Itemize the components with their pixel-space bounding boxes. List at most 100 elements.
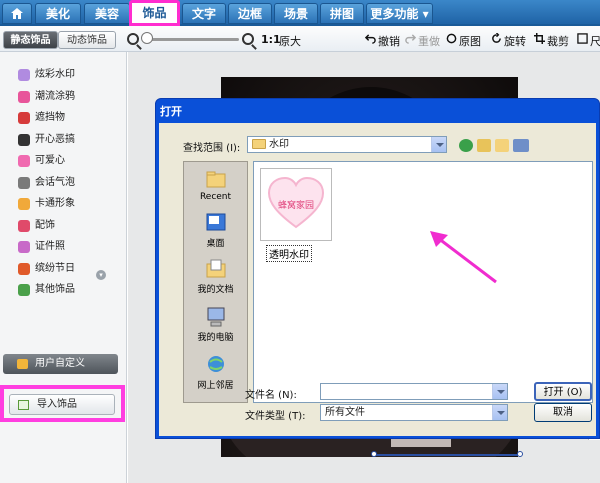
sidebar-item-1[interactable]: 炫彩水印 [18, 65, 123, 85]
sidebar-item-label: 缤纷节日 [35, 262, 75, 274]
import-icon [18, 400, 29, 410]
sidebar-item-9[interactable]: 证件照 [18, 237, 123, 257]
sidebar-item-label: 遮挡物 [35, 112, 65, 123]
my-documents-icon [206, 259, 225, 278]
ratio-button[interactable]: 1:1 [261, 33, 281, 46]
undo-icon [365, 34, 376, 44]
redo-button[interactable]: 重做 [418, 33, 440, 49]
sidebar-item-7[interactable]: 卡通形象 [18, 194, 123, 214]
original-size-button[interactable]: 原大 [279, 33, 301, 49]
tab-frame[interactable]: 边框 [228, 3, 272, 24]
sparkle-icon [18, 69, 30, 81]
tab-more-functions[interactable]: 更多功能 ▾ [366, 3, 433, 24]
sidebar-item-5[interactable]: 可爱心 [18, 151, 123, 171]
place-my-documents[interactable]: 我的文档 [184, 258, 247, 295]
watermark-text: 蜂窝家园 [278, 199, 314, 211]
gift-icon [18, 262, 30, 275]
sidebar-item-4[interactable]: 开心恶搞 [18, 130, 123, 150]
recent-folder-icon [206, 171, 225, 188]
tab-accessories[interactable]: 饰品 [129, 0, 180, 26]
place-label: 我的电脑 [197, 333, 234, 343]
sidebar-item-label: 其他饰品 [35, 284, 75, 295]
sidebar-item-label: 开心恶搞 [35, 133, 75, 145]
desktop-icon [206, 213, 225, 231]
place-desktop[interactable]: 桌面 [184, 212, 247, 249]
chevron-down-icon [492, 384, 507, 399]
sidebar-item-user-defined[interactable]: 用户自定义 [3, 354, 118, 374]
rotate-button[interactable]: 旋转 [504, 33, 526, 49]
sidebar-item-6[interactable]: 会话气泡 [18, 173, 123, 193]
glasses-icon [18, 133, 30, 146]
place-my-computer[interactable]: 我的电脑 [184, 306, 247, 343]
tab-collage[interactable]: 拼图 [320, 3, 364, 24]
selection-border [374, 454, 520, 456]
dialog-body: 查找范围 (I): 水印 Recent 桌面 我的文档 我的电脑 网上邻居 蜂窝… [159, 123, 596, 436]
up-folder-icon[interactable] [477, 139, 491, 152]
resize-handle[interactable] [371, 451, 377, 457]
other-icon [18, 284, 30, 296]
original-image-button[interactable]: 原图 [459, 33, 481, 49]
resize-button[interactable]: 尺寸 [590, 33, 600, 49]
home-tab[interactable] [2, 3, 32, 24]
new-folder-icon[interactable] [495, 139, 509, 152]
zoom-slider-knob[interactable] [141, 32, 153, 44]
open-button[interactable]: 打开 (O) [534, 382, 592, 401]
crop-icon [534, 33, 545, 44]
view-menu-icon[interactable] [513, 139, 529, 152]
app-window: { "top_tabs":[ {"label":"美化"},{"label":"… [0, 0, 600, 483]
filetype-dropdown[interactable]: 所有文件 [320, 404, 508, 421]
sidebar-item-label: 可爱心 [35, 155, 65, 166]
zoom-in-icon[interactable] [242, 33, 254, 45]
expand-icon[interactable]: ▾ [96, 270, 106, 280]
lookin-value: 水印 [269, 139, 289, 150]
sidebar-item-label: 炫彩水印 [35, 69, 75, 80]
lookin-dropdown[interactable]: 水印 [247, 136, 447, 153]
sidebar-item-3[interactable]: 遮挡物 [18, 108, 123, 128]
accessory-icon [18, 219, 30, 232]
lips-icon [18, 90, 30, 103]
import-button-label: 导入饰品 [37, 399, 77, 410]
file-list: 蜂窝家园 透明水印 [253, 161, 593, 403]
mask-icon [18, 112, 30, 124]
resize-handle[interactable] [517, 451, 523, 457]
speech-bubble-icon [18, 176, 30, 189]
file-thumbnail[interactable]: 蜂窝家园 [260, 168, 332, 241]
folder-icon [252, 139, 266, 149]
place-label: 网上邻居 [197, 381, 234, 391]
sidebar-item-label: 用户自定义 [35, 358, 85, 369]
pointer-arrow-icon [430, 231, 497, 284]
tab-beautify[interactable]: 美化 [35, 3, 81, 24]
crop-button[interactable]: 裁剪 [547, 33, 569, 49]
place-recent[interactable]: Recent [184, 168, 247, 202]
my-computer-icon [207, 307, 224, 327]
import-accessory-button[interactable]: 导入饰品 [9, 394, 115, 415]
place-label: 我的文档 [197, 285, 234, 295]
sidebar-item-label: 配饰 [35, 219, 55, 231]
filename-label: 文件名 (N): [245, 390, 297, 401]
open-file-dialog: 打开 查找范围 (I): 水印 Recent 桌面 我的文档 我的电脑 网上邻居… [155, 98, 600, 439]
sidebar-item-2[interactable]: 潮流涂鸦 [18, 87, 123, 107]
file-name-label[interactable]: 透明水印 [266, 245, 312, 262]
back-icon[interactable] [459, 139, 473, 152]
static-accessories-tab[interactable]: 静态饰品 [3, 31, 58, 49]
zoom-out-icon[interactable] [127, 33, 139, 45]
dialog-title: 打开 [160, 105, 182, 118]
zoom-slider-track[interactable] [147, 38, 239, 41]
redo-icon [405, 34, 416, 44]
sidebar-item-11[interactable]: 其他饰品 [18, 280, 123, 300]
place-network[interactable]: 网上邻居 [184, 354, 247, 391]
filename-input[interactable] [320, 383, 508, 400]
chevron-down-icon [492, 405, 507, 420]
filetype-value: 所有文件 [325, 407, 365, 418]
sidebar-item-label: 潮流涂鸦 [35, 90, 75, 102]
dynamic-accessories-tab[interactable]: 动态饰品 [58, 31, 116, 49]
cancel-button[interactable]: 取消 [534, 403, 592, 422]
tab-text[interactable]: 文字 [182, 3, 226, 24]
chevron-down-icon [431, 137, 446, 152]
home-icon [11, 8, 23, 19]
tab-makeup[interactable]: 美容 [84, 3, 130, 24]
tab-scene[interactable]: 场景 [274, 3, 318, 24]
undo-button[interactable]: 撤销 [378, 33, 400, 49]
sidebar-item-8[interactable]: 配饰 [18, 216, 123, 236]
sidebar-item-10[interactable]: 缤纷节日 [18, 259, 123, 279]
